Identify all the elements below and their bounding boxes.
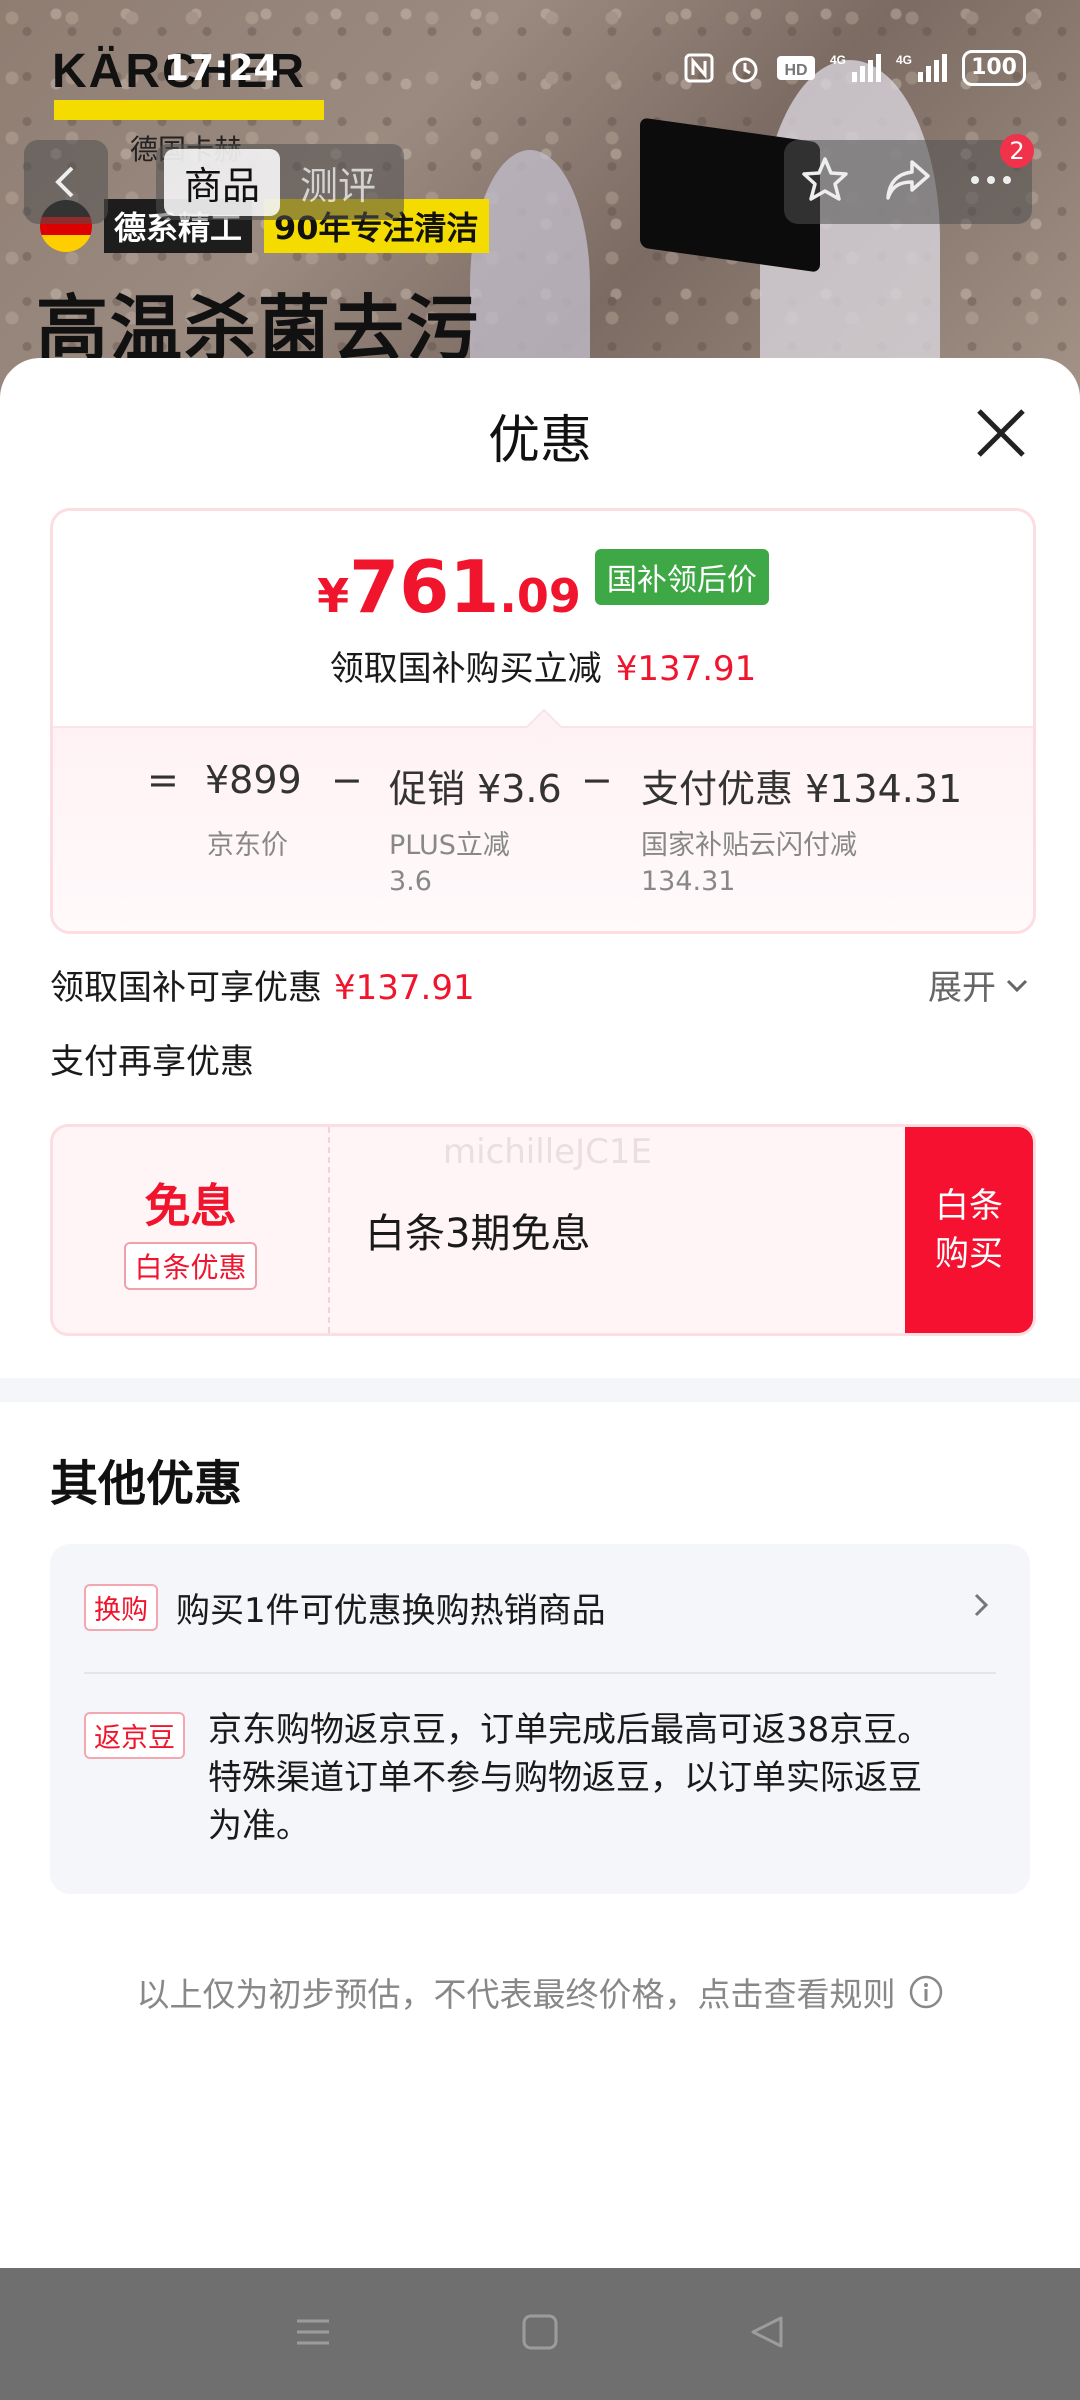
payment-discount-value: 支付优惠 ¥134.31 — [641, 767, 963, 811]
price-breakdown: = ¥899 − 促销 ¥3.6 − 支付优惠 ¥134.31 京东价 PLUS… — [53, 708, 1033, 931]
baitiao-buy-button[interactable]: 白条 购买 — [905, 1127, 1033, 1333]
jingdou-tag: 返京豆 — [84, 1712, 185, 1759]
svg-text:4G: 4G — [830, 53, 846, 67]
discount-sheet: 优惠 ¥ 761 .09 国补领后价 领取国补购买立减 ¥137.91 = ¥89… — [0, 358, 1080, 2268]
reduction-value: ¥137.91 — [615, 649, 757, 689]
star-icon[interactable] — [799, 154, 851, 210]
section-divider — [0, 1378, 1080, 1402]
signal-4g-icon: 4G — [896, 52, 948, 84]
price-decimal: .09 — [499, 569, 581, 623]
rules-footnote[interactable]: 以上仅为初步预估，不代表最终价格，点击查看规则 — [0, 1968, 1080, 2016]
trade-in-offer-row[interactable]: 换购 购买1件可优惠换购热销商品 — [84, 1582, 996, 1632]
tab-review[interactable]: 测评 — [280, 149, 396, 216]
status-bar: 17:24 HD 4G 4G 100 — [0, 40, 1080, 100]
svg-text:4G: 4G — [896, 53, 912, 67]
product-nav-bar: 商品 测评 2 — [24, 134, 1056, 224]
hd-icon: HD — [776, 53, 816, 83]
alarm-icon — [728, 51, 762, 85]
share-icon[interactable] — [882, 154, 934, 210]
coupon-value: ¥137.91 — [334, 968, 475, 1008]
battery-indicator: 100 — [962, 50, 1026, 86]
nav-actions: 2 — [784, 134, 1034, 224]
sheet-title: 优惠 — [487, 411, 592, 471]
jingdou-text: 京东购物返京豆，订单完成后最高可返38京豆。特殊渠道订单不参与购物返豆，以订单实… — [208, 1710, 932, 1846]
interest-free-label: 免息 — [144, 1179, 237, 1233]
close-button[interactable] — [966, 398, 1036, 468]
other-offers-title: 其他优惠 — [50, 1456, 243, 1512]
payment-discount-label: 国家补贴云闪付减 — [641, 830, 857, 861]
buy-button-line2: 购买 — [935, 1234, 1003, 1274]
back-triangle-icon[interactable] — [747, 2312, 787, 2356]
svg-text:HD: HD — [785, 62, 808, 79]
expand-label: 展开 — [928, 968, 996, 1008]
chevron-down-icon — [1006, 979, 1028, 992]
chevron-right-icon — [966, 1590, 996, 1624]
base-price-value: ¥899 — [205, 758, 302, 802]
chevron-left-icon — [55, 166, 74, 198]
equals-sign: = — [147, 758, 179, 802]
expand-button[interactable]: 展开 — [928, 960, 1030, 1009]
baitiao-offer-badge: 白条优惠 — [124, 1242, 257, 1290]
back-button[interactable] — [24, 140, 108, 224]
trade-in-tag: 换购 — [84, 1583, 158, 1631]
home-icon[interactable] — [520, 2312, 560, 2356]
price-currency: ¥ — [317, 569, 350, 623]
promo-label: PLUS立减 — [389, 830, 510, 861]
trade-in-text: 购买1件可优惠换购热销商品 — [176, 1590, 606, 1631]
menu-icon[interactable] — [293, 2312, 333, 2356]
promo-label-value: 3.6 — [389, 866, 432, 897]
subsidy-price-tag: 国补领后价 — [594, 549, 769, 605]
minus-sign: − — [331, 758, 363, 802]
footnote-text: 以上仅为初步预估，不代表最终价格，点击查看规则 — [136, 1975, 896, 2014]
buy-button-line1: 白条 — [935, 1186, 1003, 1226]
signal-4g-icon: 4G — [830, 52, 882, 84]
final-price: ¥ 761 .09 国补领后价 — [53, 545, 1033, 629]
payment-discount-label-value: 134.31 — [641, 866, 736, 897]
installment-description: 白条3期免息 — [365, 1211, 591, 1257]
product-tabs: 商品 测评 — [156, 144, 405, 220]
minus-sign: − — [581, 758, 613, 802]
tab-product[interactable]: 商品 — [164, 148, 281, 216]
price-card: ¥ 761 .09 国补领后价 领取国补购买立减 ¥137.91 = ¥899 −… — [50, 508, 1036, 934]
pay-section-label: 支付再享优惠 — [50, 1042, 254, 1082]
message-badge: 2 — [1000, 134, 1034, 168]
system-nav-bar — [0, 2268, 1080, 2400]
promo-value: 促销 ¥3.6 — [389, 767, 562, 811]
subsidy-coupon-row: 领取国补可享优惠 ¥137.91 展开 — [50, 960, 1030, 1020]
nfc-icon — [684, 53, 714, 83]
price-reduction-line: 领取国补购买立减 ¥137.91 — [53, 641, 1033, 690]
close-icon — [977, 409, 1025, 457]
clock: 17:24 — [164, 48, 279, 89]
price-integer: 761 — [349, 545, 500, 629]
info-icon — [909, 1975, 942, 2009]
reduction-label: 领取国补购买立减 — [329, 649, 602, 689]
installment-offer-card[interactable]: michilleJC1E 免息 白条优惠 白条3期免息 白条 购买 — [50, 1124, 1036, 1336]
coupon-label: 领取国补可享优惠 — [50, 968, 322, 1008]
base-price-label: 京东价 — [207, 830, 288, 861]
other-offers-card: 换购 购买1件可优惠换购热销商品 返京豆 京东购物返京豆，订单完成后最高可返38… — [50, 1544, 1030, 1894]
